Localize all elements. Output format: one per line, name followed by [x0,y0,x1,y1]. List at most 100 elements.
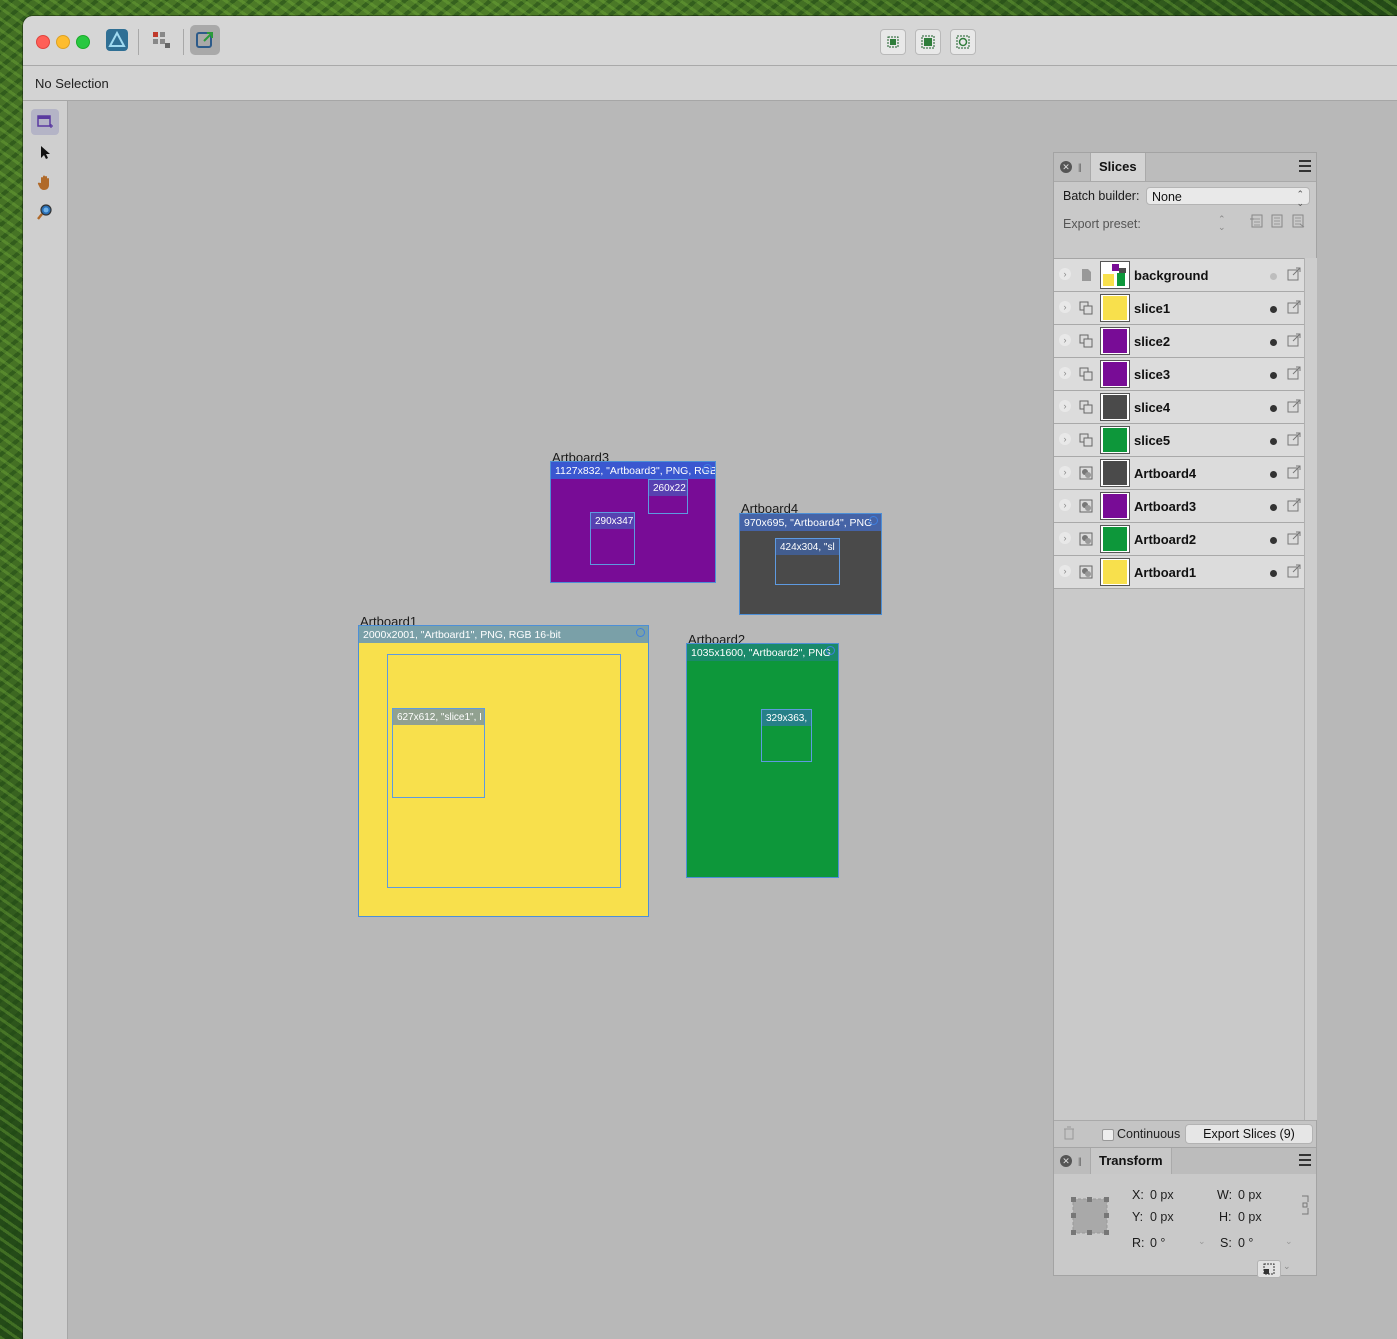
artboard2-ring-icon[interactable] [826,646,835,655]
list-item[interactable]: › background [1054,259,1304,292]
export-state-dot[interactable] [1270,537,1277,544]
artboard3-ring-icon[interactable] [703,464,712,473]
export-state-dot[interactable] [1270,570,1277,577]
list-item[interactable]: › slice5 [1054,424,1304,457]
view-mode-2-icon[interactable] [915,29,941,55]
batch-builder-label: Batch builder: [1063,189,1140,203]
view-mode-3-icon[interactable] [950,29,976,55]
designer-persona-icon[interactable] [146,25,176,55]
export-slice-icon[interactable] [1287,267,1301,281]
list-item[interactable]: › Artboard2 [1054,523,1304,556]
panel-menu-icon[interactable] [1299,160,1311,172]
chevron-right-icon[interactable]: › [1059,301,1071,313]
artboard1-slice-a[interactable]: 627x612, "slice1", I [392,708,485,798]
chevron-right-icon[interactable]: › [1059,532,1071,544]
batch-builder-select[interactable]: None ⌃ ⌄ [1146,187,1310,208]
export-slice-icon[interactable] [1287,531,1301,545]
slices-list-scrollbar[interactable] [1304,258,1317,1120]
artboard3-slice-a[interactable]: 260x22 [648,479,688,514]
export-slice-icon[interactable] [1287,333,1301,347]
slice-thumbnail [1100,459,1130,487]
export-state-dot[interactable] [1270,306,1277,313]
w-field[interactable]: 0 px [1238,1188,1262,1202]
artboard2[interactable]: 1035x1600, "Artboard2", PNG 329x363, [686,643,839,878]
view-mode-1-icon[interactable] [880,29,906,55]
app-logo-icon[interactable] [102,25,132,55]
close-window-button[interactable] [36,35,50,49]
list-item[interactable]: › slice1 [1054,292,1304,325]
r-dropdown-icon[interactable]: ⌄ [1198,1236,1206,1247]
close-panel-icon[interactable]: ✕ [1060,161,1072,173]
artboard3-slice-b[interactable]: 290x347 [590,512,635,565]
export-slice-icon[interactable] [1287,465,1301,479]
chevron-right-icon[interactable]: › [1059,499,1071,511]
h-label: H: [1219,1210,1232,1224]
zoom-window-button[interactable] [76,35,90,49]
export-slice-icon[interactable] [1287,432,1301,446]
export-state-dot[interactable] [1270,438,1277,445]
export-slice-icon[interactable] [1287,564,1301,578]
h-field[interactable]: 0 px [1238,1210,1262,1224]
export-state-dot[interactable] [1270,504,1277,511]
list-item[interactable]: › slice2 [1054,325,1304,358]
export-slice-icon[interactable] [1287,399,1301,413]
transform-origin-button[interactable] [1257,1260,1281,1278]
list-item[interactable]: › Artboard3 [1054,490,1304,523]
transform-origin-dropdown-icon[interactable]: ⌄ [1283,1261,1291,1272]
preset-remove-icon[interactable] [1291,214,1305,228]
slice-name: slice2 [1134,334,1171,349]
close-panel-icon[interactable]: ✕ [1060,1155,1072,1167]
export-state-dot[interactable] [1270,372,1277,379]
export-preset-arrows-icon[interactable]: ⌃ ⌄ [1218,215,1230,232]
artboard1-ring-icon[interactable] [636,628,645,637]
export-persona-icon[interactable] [190,25,220,55]
move-tool-icon[interactable] [31,139,59,165]
export-state-dot[interactable] [1270,339,1277,346]
chevron-right-icon[interactable]: › [1059,334,1071,346]
panel-menu-icon[interactable] [1299,1154,1311,1166]
chevron-right-icon[interactable]: › [1059,367,1071,379]
tab-slices[interactable]: Slices [1090,153,1146,181]
tab-transform[interactable]: Transform [1090,1148,1172,1174]
artboard2-slice-a[interactable]: 329x363, [761,709,812,762]
chevron-right-icon[interactable]: › [1059,565,1071,577]
hand-tool-icon[interactable] [31,169,59,195]
chevron-right-icon[interactable]: › [1059,433,1071,445]
zoom-tool-icon[interactable] [31,199,59,225]
s-field[interactable]: 0 ° [1238,1236,1253,1250]
preset-list-icon[interactable] [1270,214,1284,228]
anchor-selector-icon[interactable] [1070,1196,1110,1236]
list-item[interactable]: › slice3 [1054,358,1304,391]
export-slice-icon[interactable] [1287,366,1301,380]
export-slice-icon[interactable] [1287,300,1301,314]
export-state-dot[interactable] [1270,405,1277,412]
artboard4-ring-icon[interactable] [869,516,878,525]
continuous-checkbox[interactable] [1102,1129,1114,1141]
list-item[interactable]: › Artboard1 [1054,556,1304,589]
list-item[interactable]: › slice4 [1054,391,1304,424]
drag-grip-icon[interactable]: || [1078,162,1082,172]
export-slice-icon[interactable] [1287,498,1301,512]
slice-thumbnail [1100,360,1130,388]
artboard1[interactable]: 2000x2001, "Artboard1", PNG, RGB 16-bit … [358,625,649,917]
y-field[interactable]: 0 px [1150,1210,1174,1224]
artboard3[interactable]: 1127x832, "Artboard3", PNG, RGB 260x22 2… [550,461,716,583]
preset-add-icon[interactable] [1249,214,1263,228]
artboard4[interactable]: 970x695, "Artboard4", PNG 424x304, "sl [739,513,882,615]
export-slices-button[interactable]: Export Slices (9) [1185,1124,1313,1144]
s-dropdown-icon[interactable]: ⌄ [1285,1236,1293,1247]
chevron-right-icon[interactable]: › [1059,400,1071,412]
export-state-dot[interactable] [1270,471,1277,478]
trash-icon[interactable] [1063,1126,1075,1140]
artboard4-slice-a[interactable]: 424x304, "sl [775,538,840,585]
x-field[interactable]: 0 px [1150,1188,1174,1202]
slice-tool-icon[interactable] [31,109,59,135]
chevron-right-icon[interactable]: › [1059,268,1071,280]
r-field[interactable]: 0 ° [1150,1236,1165,1250]
chevron-right-icon[interactable]: › [1059,466,1071,478]
drag-grip-icon[interactable]: || [1078,1156,1082,1166]
list-item[interactable]: › Artboard4 [1054,457,1304,490]
minimize-window-button[interactable] [56,35,70,49]
lock-aspect-icon[interactable] [1300,1194,1310,1216]
export-state-dot[interactable] [1270,273,1277,280]
